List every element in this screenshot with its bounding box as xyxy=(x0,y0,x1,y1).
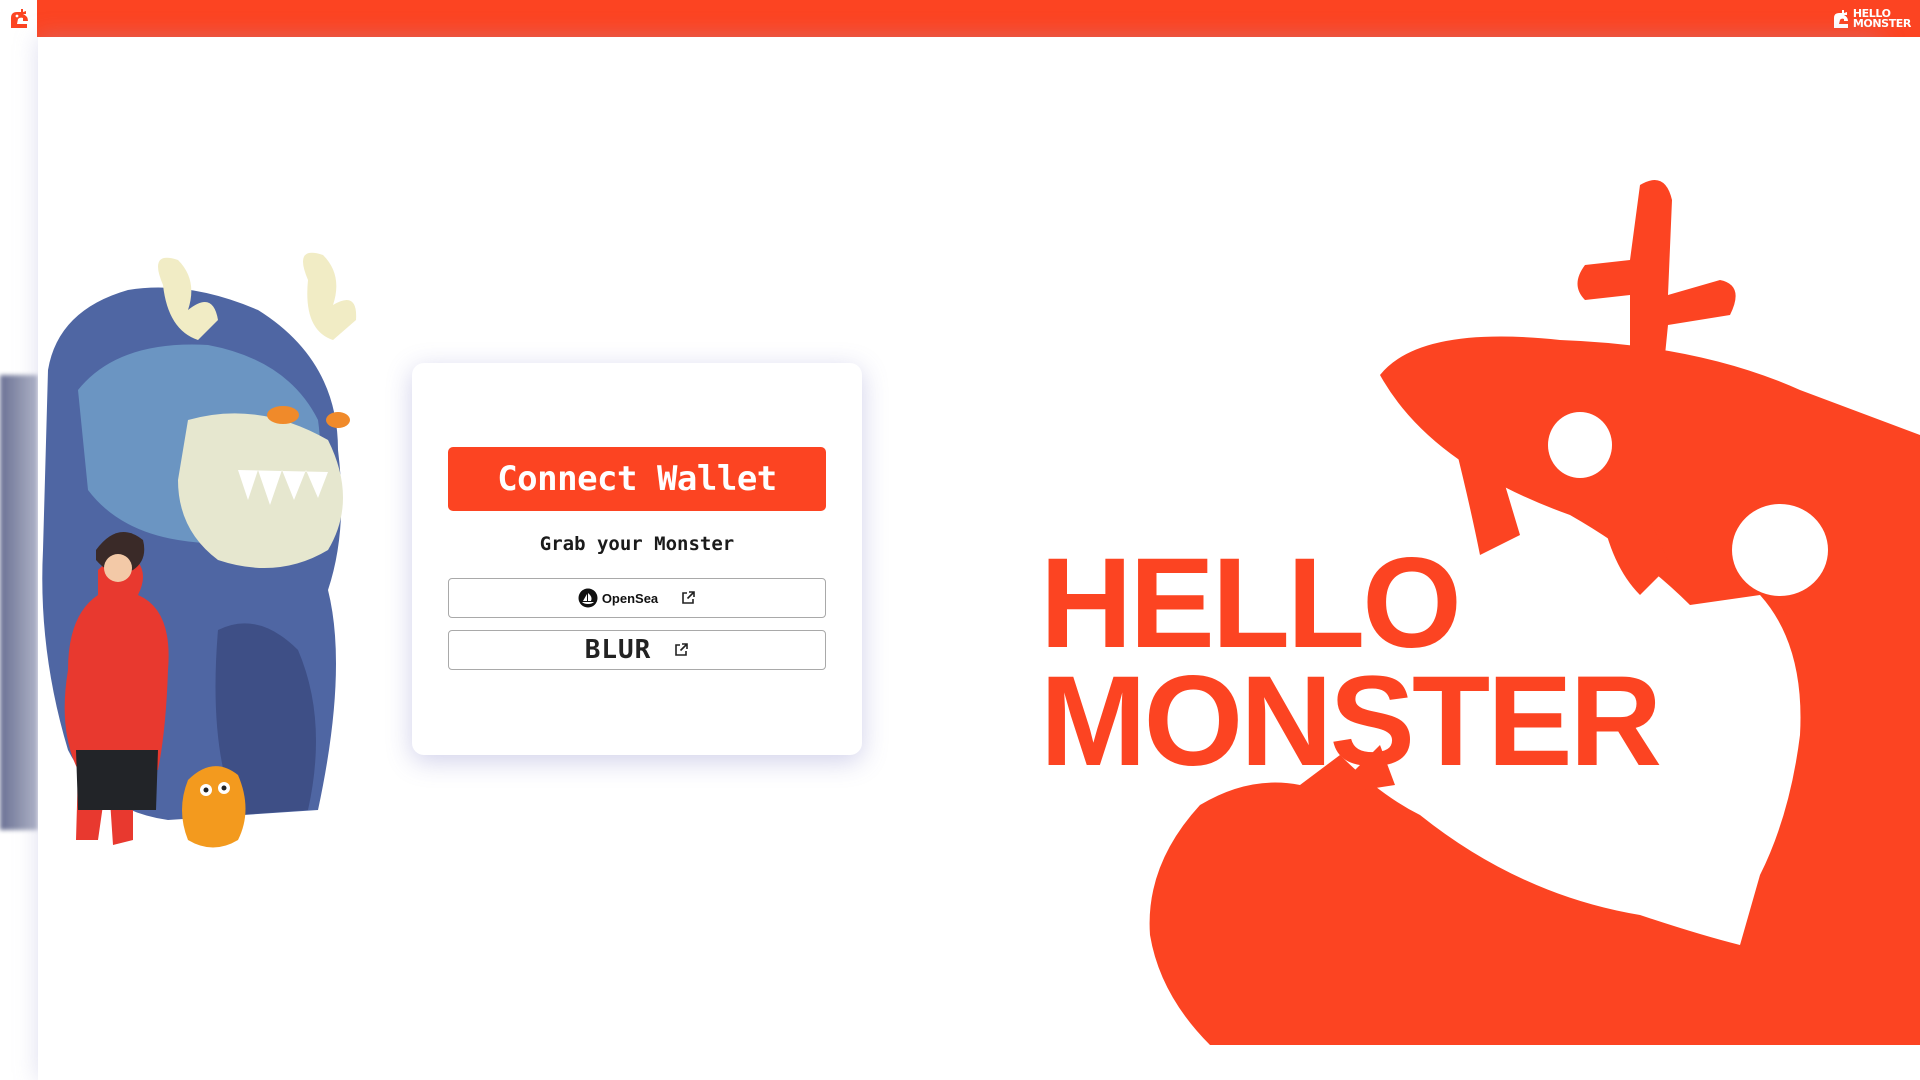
brand-logo[interactable]: HELLO MONSTER xyxy=(1832,6,1911,32)
hero-title: HELLO MONSTER xyxy=(1040,532,1662,793)
blur-logo: BLUR xyxy=(584,635,652,665)
external-link-icon xyxy=(680,590,696,606)
wallet-card: Connect Wallet Grab your Monster OpenSea… xyxy=(412,363,862,755)
brand-wordmark: HELLO MONSTER xyxy=(1852,8,1912,30)
monster-logo-icon xyxy=(10,8,28,28)
grab-monster-subtitle: Grab your Monster xyxy=(539,533,735,555)
monster-and-hero-illustration xyxy=(42,252,357,848)
top-bar: HELLO MONSTER xyxy=(0,0,1920,37)
hero-title-line2: MONSTER xyxy=(1040,650,1662,793)
opensea-link-button[interactable]: OpenSea xyxy=(448,578,826,618)
external-link-icon xyxy=(673,642,689,658)
home-logo-button[interactable] xyxy=(0,0,37,37)
hero-title-line1: HELLO xyxy=(1040,532,1462,675)
opensea-icon xyxy=(578,588,598,608)
connect-wallet-button[interactable]: Connect Wallet xyxy=(448,447,826,511)
blurred-background-edge xyxy=(0,375,38,830)
opensea-logo: OpenSea xyxy=(578,588,658,608)
brand-wordmark-line2: MONSTER xyxy=(1852,17,1912,30)
monster-head-icon xyxy=(1833,10,1848,28)
blur-link-button[interactable]: BLUR xyxy=(448,630,826,670)
opensea-label: OpenSea xyxy=(601,590,659,606)
orange-monster xyxy=(182,766,246,848)
